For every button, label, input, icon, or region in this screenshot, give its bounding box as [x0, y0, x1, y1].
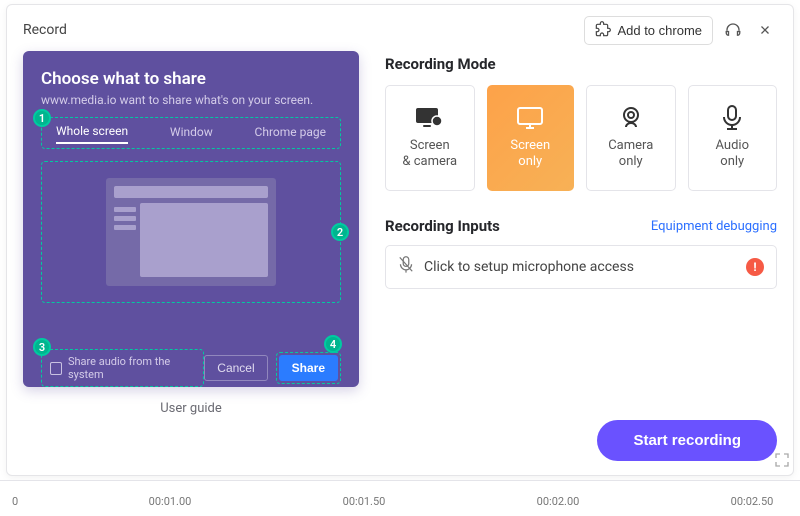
warning-icon: !: [746, 258, 764, 276]
mock-main: [140, 203, 268, 277]
recording-mode-title: Recording Mode: [385, 55, 777, 73]
share-audio-checkbox[interactable]: [50, 362, 62, 375]
add-to-chrome-button[interactable]: Add to chrome: [584, 16, 713, 45]
tab-window[interactable]: Window: [170, 125, 213, 143]
tick-label: 00:01.00: [149, 495, 192, 508]
mic-off-icon: [398, 256, 414, 278]
mode-screen-only[interactable]: Screen only: [487, 85, 575, 191]
recording-modes: Screen & camera Screen only Camera only: [385, 85, 777, 191]
modal-title: Record: [23, 22, 67, 38]
user-guide-label: User guide: [23, 401, 359, 416]
puzzle-icon: [595, 21, 611, 40]
tab-chrome-page[interactable]: Chrome page: [255, 125, 326, 143]
share-preview-box: 2: [41, 161, 341, 303]
mock-line: [114, 216, 136, 221]
guide-column: Choose what to share www.media.io want t…: [23, 51, 359, 416]
add-to-chrome-label: Add to chrome: [617, 23, 702, 38]
step-badge-2: 2: [331, 223, 349, 241]
record-modal: Record Add to chrome Choose what to shar…: [6, 4, 794, 476]
timeline-ticks: 0 00:01.00 00:01.50 00:02.00 00:02.50: [0, 481, 800, 516]
mode-audio-only[interactable]: Audio only: [688, 85, 778, 191]
modal-header: Record Add to chrome: [23, 15, 777, 45]
tick-label: 00:02.50: [731, 495, 774, 508]
screen-icon: [515, 106, 545, 130]
step-badge-3: 3: [33, 338, 51, 356]
headset-icon[interactable]: [721, 18, 745, 42]
mock-line: [114, 225, 136, 230]
inputs-header: Recording Inputs Equipment debugging: [385, 217, 777, 235]
step-badge-1: 1: [33, 109, 51, 127]
guide-bottom-row: 3 Share audio from the system Cancel 4 S…: [41, 349, 341, 387]
share-button[interactable]: Share: [279, 355, 338, 381]
camera-icon: [616, 106, 646, 130]
share-audio-box[interactable]: 3 Share audio from the system: [41, 349, 204, 387]
start-recording-button[interactable]: Start recording: [597, 420, 777, 461]
mock-sidebar: [114, 203, 136, 277]
header-actions: Add to chrome: [584, 16, 777, 45]
share-button-box: 4 Share: [276, 352, 341, 384]
equipment-debugging-link[interactable]: Equipment debugging: [651, 219, 777, 234]
fullscreen-icon[interactable]: [774, 452, 790, 472]
timeline[interactable]: 0 00:01.00 00:01.50 00:02.00 00:02.50: [0, 480, 800, 516]
modal-content: Choose what to share www.media.io want t…: [23, 51, 777, 416]
guide-subtitle: www.media.io want to share what's on you…: [41, 93, 341, 107]
guide-buttons: Cancel 4 Share: [204, 352, 341, 384]
settings-column: Recording Mode Screen & camera Screen on…: [385, 51, 777, 416]
tick-label: 00:01.50: [343, 495, 386, 508]
mode-screen-camera[interactable]: Screen & camera: [385, 85, 475, 191]
mock-line: [114, 207, 136, 212]
recording-inputs-title: Recording Inputs: [385, 217, 500, 235]
mock-titlebar: [114, 186, 268, 198]
step-badge-4: 4: [324, 335, 342, 353]
guide-title: Choose what to share: [41, 69, 341, 89]
close-icon[interactable]: [753, 18, 777, 42]
tab-whole-screen[interactable]: Whole screen: [56, 124, 128, 144]
share-audio-label: Share audio from the system: [68, 355, 195, 381]
mode-label: Camera only: [608, 138, 653, 169]
mic-setup-row[interactable]: Click to setup microphone access !: [385, 245, 777, 289]
mode-label: Audio only: [716, 138, 749, 169]
tick-label: 00:02.00: [537, 495, 580, 508]
mic-icon: [717, 106, 747, 130]
mode-camera-only[interactable]: Camera only: [586, 85, 676, 191]
share-tabs-box: 1 Whole screen Window Chrome page: [41, 117, 341, 149]
share-guide-panel: Choose what to share www.media.io want t…: [23, 51, 359, 387]
mode-label: Screen & camera: [402, 138, 457, 169]
mode-label: Screen only: [510, 138, 550, 169]
mock-body: [114, 203, 268, 277]
mic-prompt-label: Click to setup microphone access: [424, 259, 634, 275]
tick-label: 0: [12, 495, 18, 508]
screen-camera-icon: [415, 106, 445, 130]
cancel-button[interactable]: Cancel: [204, 355, 267, 381]
mock-window[interactable]: [106, 178, 276, 286]
